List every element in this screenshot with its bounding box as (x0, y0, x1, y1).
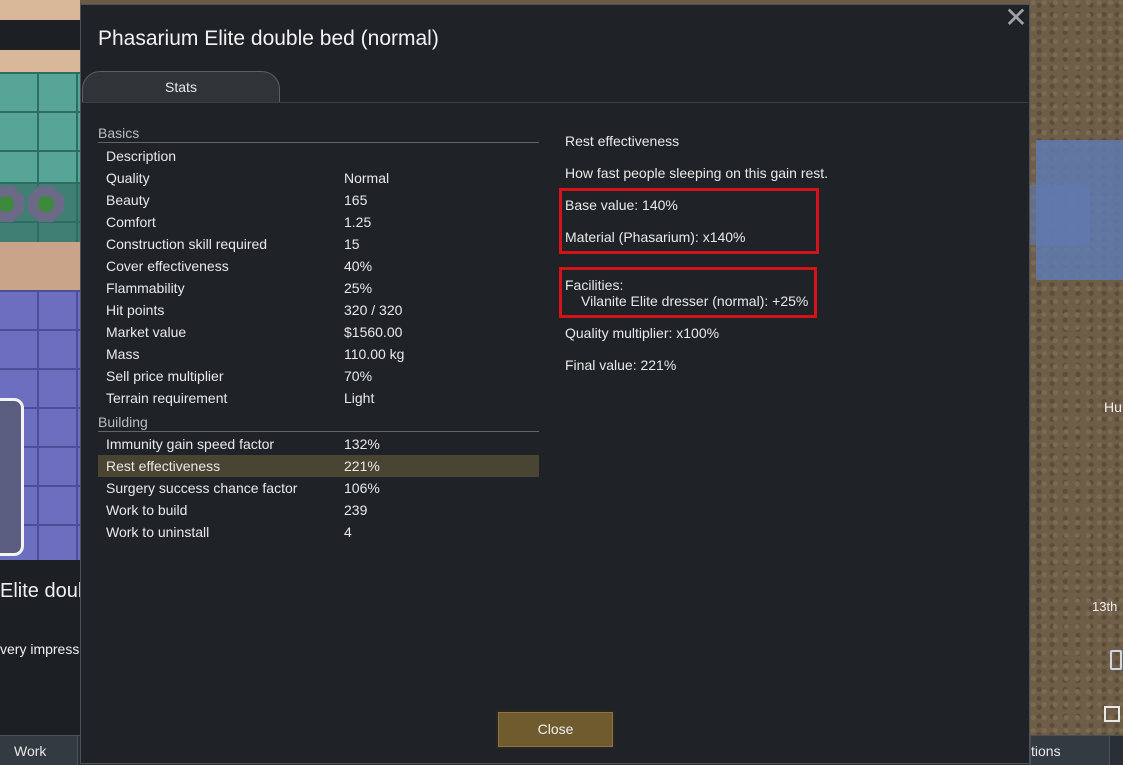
teal-floor-tiles (0, 72, 80, 182)
stat-label: Flammability (106, 280, 185, 296)
inspect-title-fragment: Elite doubl (0, 580, 80, 602)
stat-row-market-value[interactable]: Market value $1560.00 (98, 321, 539, 343)
factions-tab-button[interactable]: tions (1030, 736, 1110, 765)
base-value-text: Base value: 140% (565, 197, 678, 213)
stat-row-construction-skill[interactable]: Construction skill required 15 (98, 233, 539, 255)
colonist-name-fragment: Hu (1104, 399, 1122, 415)
stat-value: 221% (344, 458, 380, 474)
inspect-desc-fragment: very impressi (0, 641, 80, 657)
blue-floor-area (1030, 185, 1090, 245)
stat-row-immunity-gain-speed[interactable]: Immunity gain speed factor 132% (98, 433, 539, 455)
selected-bed-outline[interactable] (0, 398, 24, 556)
explanation-description: How fast people sleeping on this gain re… (565, 165, 829, 181)
stat-label: Terrain requirement (106, 390, 228, 406)
stat-label: Mass (106, 346, 140, 362)
stat-label: Work to build (106, 502, 188, 518)
stat-label: Rest effectiveness (106, 458, 221, 474)
stat-value: 15 (344, 236, 360, 252)
stat-value: 165 (344, 192, 368, 208)
stat-value: Normal (344, 170, 390, 186)
stat-value: 70% (344, 368, 373, 384)
stat-row-cover-effectiveness[interactable]: Cover effectiveness 40% (98, 255, 539, 277)
stat-row-flammability[interactable]: Flammability 25% (98, 277, 539, 299)
stat-row-beauty[interactable]: Beauty 165 (98, 189, 539, 211)
quality-multiplier-text: Quality multiplier: x100% (565, 325, 720, 341)
stat-value: Light (344, 390, 375, 406)
stat-label: Hit points (106, 302, 165, 318)
final-value-text: Final value: 221% (565, 357, 677, 373)
work-tab-button[interactable]: Work (0, 736, 78, 765)
floor-strip (0, 242, 80, 290)
material-factor-text: Material (Phasarium): x140% (565, 229, 746, 245)
explanation-title: Rest effectiveness (565, 133, 680, 149)
game-world-left: Elite doubl very impressi (0, 0, 80, 735)
tab-stats[interactable]: Stats (82, 71, 280, 103)
close-icon[interactable]: ✕ (1003, 4, 1029, 32)
floor-strip (0, 0, 80, 20)
stat-row-quality[interactable]: Quality Normal (98, 167, 539, 189)
building-section: Building Immunity gain speed factor 132%… (98, 412, 539, 543)
basics-section: Basics Description Quality Normal Beauty… (98, 123, 539, 409)
stat-value: 106% (344, 480, 380, 496)
section-header-building: Building (98, 412, 539, 432)
stat-value: 40% (344, 258, 373, 274)
stat-row-comfort[interactable]: Comfort 1.25 (98, 211, 539, 233)
stat-row-description[interactable]: Description (98, 145, 539, 167)
floor-strip (0, 50, 80, 72)
stat-label: Cover effectiveness (106, 258, 229, 274)
stat-row-surgery-success-chance[interactable]: Surgery success chance factor 106% (98, 477, 539, 499)
stat-label: Beauty (106, 192, 150, 208)
stat-value: 4 (344, 524, 352, 540)
stat-label: Quality (106, 170, 150, 186)
stat-label: Sell price multiplier (106, 368, 224, 384)
tab-divider (82, 102, 1028, 103)
stat-value: 25% (344, 280, 373, 296)
stat-value: 1.25 (344, 214, 372, 230)
grid-toggle-icon[interactable] (1104, 706, 1120, 722)
section-header-basics: Basics (98, 123, 539, 143)
stat-label: Construction skill required (106, 236, 268, 252)
stat-value: 132% (344, 436, 380, 452)
stat-label: Market value (106, 324, 187, 340)
dialog-title: Phasarium Elite double bed (normal) (98, 27, 439, 50)
stat-label: Surgery success chance factor (106, 480, 298, 496)
close-button[interactable]: Close (496, 710, 615, 749)
stat-label: Work to uninstall (106, 524, 210, 540)
speed-control-icon[interactable] (1110, 650, 1122, 670)
stat-row-rest-effectiveness[interactable]: Rest effectiveness 221% (98, 455, 539, 477)
stat-label: Description (106, 148, 177, 164)
game-world-right: Hu 13th (1030, 0, 1123, 735)
stat-value: 320 / 320 (344, 302, 403, 318)
stat-label: Comfort (106, 214, 156, 230)
stat-row-sell-price-multiplier[interactable]: Sell price multiplier 70% (98, 365, 539, 387)
stat-row-mass[interactable]: Mass 110.00 kg (98, 343, 539, 365)
stat-row-work-to-build[interactable]: Work to build 239 (98, 499, 539, 521)
inspect-dialog: Phasarium Elite double bed (normal) ✕ St… (80, 4, 1030, 764)
stat-row-hit-points[interactable]: Hit points 320 / 320 (98, 299, 539, 321)
stat-value: $1560.00 (344, 324, 403, 340)
stat-row-work-to-uninstall[interactable]: Work to uninstall 4 (98, 521, 539, 543)
facility-item: Vilanite Elite dresser (normal): +25% (581, 293, 809, 309)
stat-row-terrain-requirement[interactable]: Terrain requirement Light (98, 387, 539, 409)
stat-label: Immunity gain speed factor (106, 436, 275, 452)
stat-value: 239 (344, 502, 368, 518)
facilities-header: Facilities: (565, 277, 624, 293)
stat-value: 110.00 kg (344, 346, 405, 362)
date-fragment: 13th (1092, 599, 1118, 614)
